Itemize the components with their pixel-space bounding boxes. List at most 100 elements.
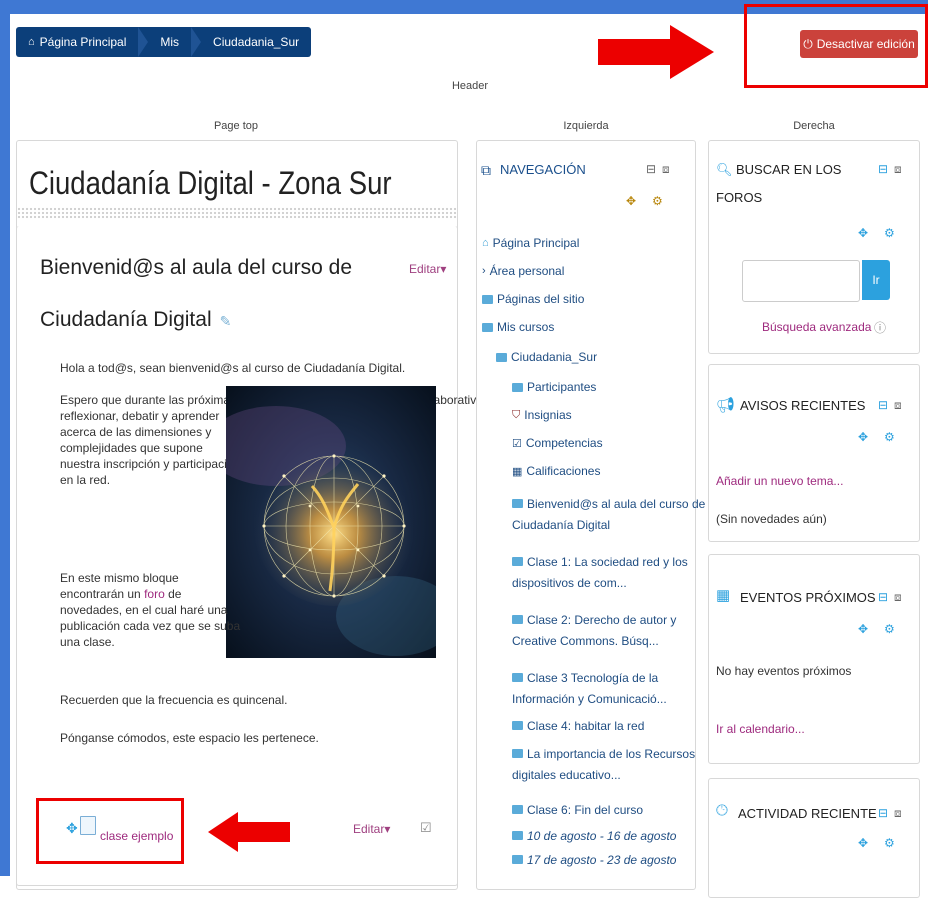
nav-section-0[interactable]: Bienvenid@s al aula del curso de Ciudadan…	[512, 494, 705, 536]
forum-search-input[interactable]	[742, 260, 860, 302]
add-topic-link[interactable]: Añadir un nuevo tema...	[716, 474, 843, 488]
nav-label: 17 de agosto - 23 de agosto	[527, 853, 677, 867]
nav-label: Competencias	[525, 436, 603, 450]
collapse-block-icon[interactable]: ⊟	[878, 162, 888, 176]
clock-icon: 🕒︎	[716, 802, 728, 819]
move-block-icon[interactable]: ✥	[858, 622, 868, 636]
nav-item-course[interactable]: Ciudadania_Sur	[496, 350, 597, 364]
shield-icon: ⛉	[512, 408, 521, 421]
nav-label: Página Principal	[492, 236, 580, 250]
annotation-box-edit	[744, 4, 928, 88]
block-settings-gear-icon[interactable]: ⚙	[884, 622, 895, 636]
block-settings-gear-icon[interactable]: ⚙	[884, 430, 895, 444]
nav-item-competencies[interactable]: ☑ Competencias	[512, 436, 603, 450]
left-region-label: Izquierda	[563, 120, 609, 132]
move-block-icon[interactable]: ✥	[626, 194, 636, 208]
welcome-p3: En este mismo bloque encontrarán un foro…	[60, 570, 240, 650]
nav-label: Páginas del sitio	[497, 292, 585, 306]
welcome-p3-line: novedades, en el cual haré una	[60, 603, 228, 617]
nav-label: La importancia de los Recursos	[527, 747, 696, 761]
folder-icon	[512, 831, 523, 840]
collapse-block-icon[interactable]: ⊟	[878, 806, 888, 820]
breadcrumb-mis[interactable]: Mis	[138, 27, 191, 57]
nav-item-participants[interactable]: Participantes	[512, 380, 596, 394]
section-edit-label: Editar	[409, 262, 441, 276]
page-top-region-label: Page top	[213, 120, 259, 132]
nav-week-1[interactable]: 10 de agosto - 16 de agosto	[512, 826, 676, 847]
nav-section-3[interactable]: Clase 3 Tecnología de la Información y Co…	[512, 668, 667, 710]
dock-block-icon[interactable]: ⧈	[894, 162, 902, 177]
section-heading-line2: Ciudadanía Digital ✎	[40, 308, 231, 332]
forum-search-go-button[interactable]: Ir	[862, 260, 890, 300]
nav-label: Bienvenid@s al aula del curso de	[527, 497, 706, 511]
welcome-p3-text: de	[164, 587, 182, 601]
annotation-arrow-left	[208, 812, 290, 852]
breadcrumb-course[interactable]: Ciudadania_Sur	[191, 27, 311, 57]
megaphone-icon: 📢︎	[716, 397, 736, 414]
nav-label: 10 de agosto - 16 de agosto	[527, 829, 677, 843]
section-edit-menu[interactable]: Editar▾	[409, 262, 446, 276]
block-settings-gear-icon[interactable]: ⚙	[884, 836, 895, 850]
breadcrumb: ⌂ Página Principal Mis Ciudadania_Sur	[16, 27, 312, 57]
nav-section-2[interactable]: Clase 2: Derecho de autor y Creative Comm…	[512, 610, 676, 652]
nav-label: Calificaciones	[526, 464, 601, 478]
nav-item-badges[interactable]: ⛉ Insignias	[512, 408, 572, 422]
annotation-arrow-right	[598, 25, 714, 79]
breadcrumb-home[interactable]: ⌂ Página Principal	[16, 27, 138, 57]
block-settings-gear-icon[interactable]: ⚙	[652, 194, 663, 208]
nav-section-6[interactable]: Clase 6: Fin del curso	[512, 800, 643, 821]
nav-item-grades[interactable]: ▦ Calificaciones	[512, 464, 600, 478]
collapse-block-icon[interactable]: ⊟	[878, 398, 888, 412]
folder-icon	[512, 673, 523, 682]
nav-item-site-pages[interactable]: Páginas del sitio	[482, 292, 584, 306]
nav-label: Creative Commons. Búsq...	[512, 634, 659, 648]
checkbox-icon: ☑	[512, 437, 522, 450]
breadcrumb-home-label: Página Principal	[39, 35, 127, 49]
dock-block-icon[interactable]: ⧈	[894, 806, 902, 821]
folder-icon	[512, 557, 523, 566]
nav-label: Información y Comunicació...	[512, 692, 667, 706]
go-to-calendar-link[interactable]: Ir al calendario...	[716, 722, 805, 736]
welcome-p3-text: encontrarán un	[60, 587, 145, 601]
nav-section-5[interactable]: La importancia de los Recursos digitales …	[512, 744, 695, 786]
nav-label: digitales educativo...	[512, 768, 621, 782]
search-icon: 🔍︎	[716, 162, 733, 177]
collapse-block-icon[interactable]: ⊟	[878, 590, 888, 604]
resource-edit-menu[interactable]: Editar▾	[353, 822, 390, 836]
collapse-block-icon[interactable]: ⊟	[646, 162, 656, 176]
move-block-icon[interactable]: ✥	[858, 836, 868, 850]
move-block-icon[interactable]: ✥	[858, 430, 868, 444]
welcome-p2-line: reflexionar, debatir y aprender	[60, 409, 220, 423]
nav-label: Clase 4: habitar la red	[527, 719, 645, 733]
caret-down-icon: ▾	[440, 262, 447, 276]
recent-activity-title: ACTIVIDAD RECIENTE	[738, 806, 877, 821]
pencil-icon[interactable]: ✎	[220, 313, 232, 329]
welcome-p3-line: En este mismo bloque	[60, 571, 179, 585]
no-events-text: No hay eventos próximos	[716, 664, 852, 678]
course-title: Ciudadanía Digital - Zona Sur	[29, 165, 392, 201]
advanced-search-link[interactable]: Búsqueda avanzada	[762, 320, 871, 334]
annotation-box-resource	[36, 798, 184, 864]
nav-week-2[interactable]: 17 de agosto - 23 de agosto	[512, 850, 676, 871]
dock-block-icon[interactable]: ⧈	[894, 398, 902, 413]
network-globe-image	[226, 386, 436, 658]
nav-label: Clase 6: Fin del curso	[527, 803, 644, 817]
block-settings-gear-icon[interactable]: ⚙	[884, 226, 895, 240]
nav-item-dashboard[interactable]: › Área personal	[482, 264, 564, 278]
forum-link[interactable]: foro	[144, 587, 165, 601]
dock-block-icon[interactable]: ⧈	[662, 162, 670, 177]
nav-item-my-courses[interactable]: Mis cursos	[482, 320, 554, 334]
dock-block-icon[interactable]: ⧈	[894, 590, 902, 605]
help-icon[interactable]: ⓘ	[874, 319, 886, 336]
folder-icon	[512, 615, 523, 624]
nav-item-home[interactable]: ⌂ Página Principal	[482, 236, 579, 250]
folder-icon	[512, 382, 523, 392]
nav-section-4[interactable]: Clase 4: habitar la red	[512, 716, 644, 737]
home-icon: ⌂	[28, 36, 35, 48]
nav-section-1[interactable]: Clase 1: La sociedad red y los dispositiv…	[512, 552, 688, 594]
completion-checkbox-icon[interactable]: ☑	[420, 820, 432, 836]
nav-label: Clase 1: La sociedad red y los	[527, 555, 688, 569]
folder-icon	[512, 805, 523, 814]
move-block-icon[interactable]: ✥	[858, 226, 868, 240]
header-region-label: Header	[451, 80, 489, 92]
